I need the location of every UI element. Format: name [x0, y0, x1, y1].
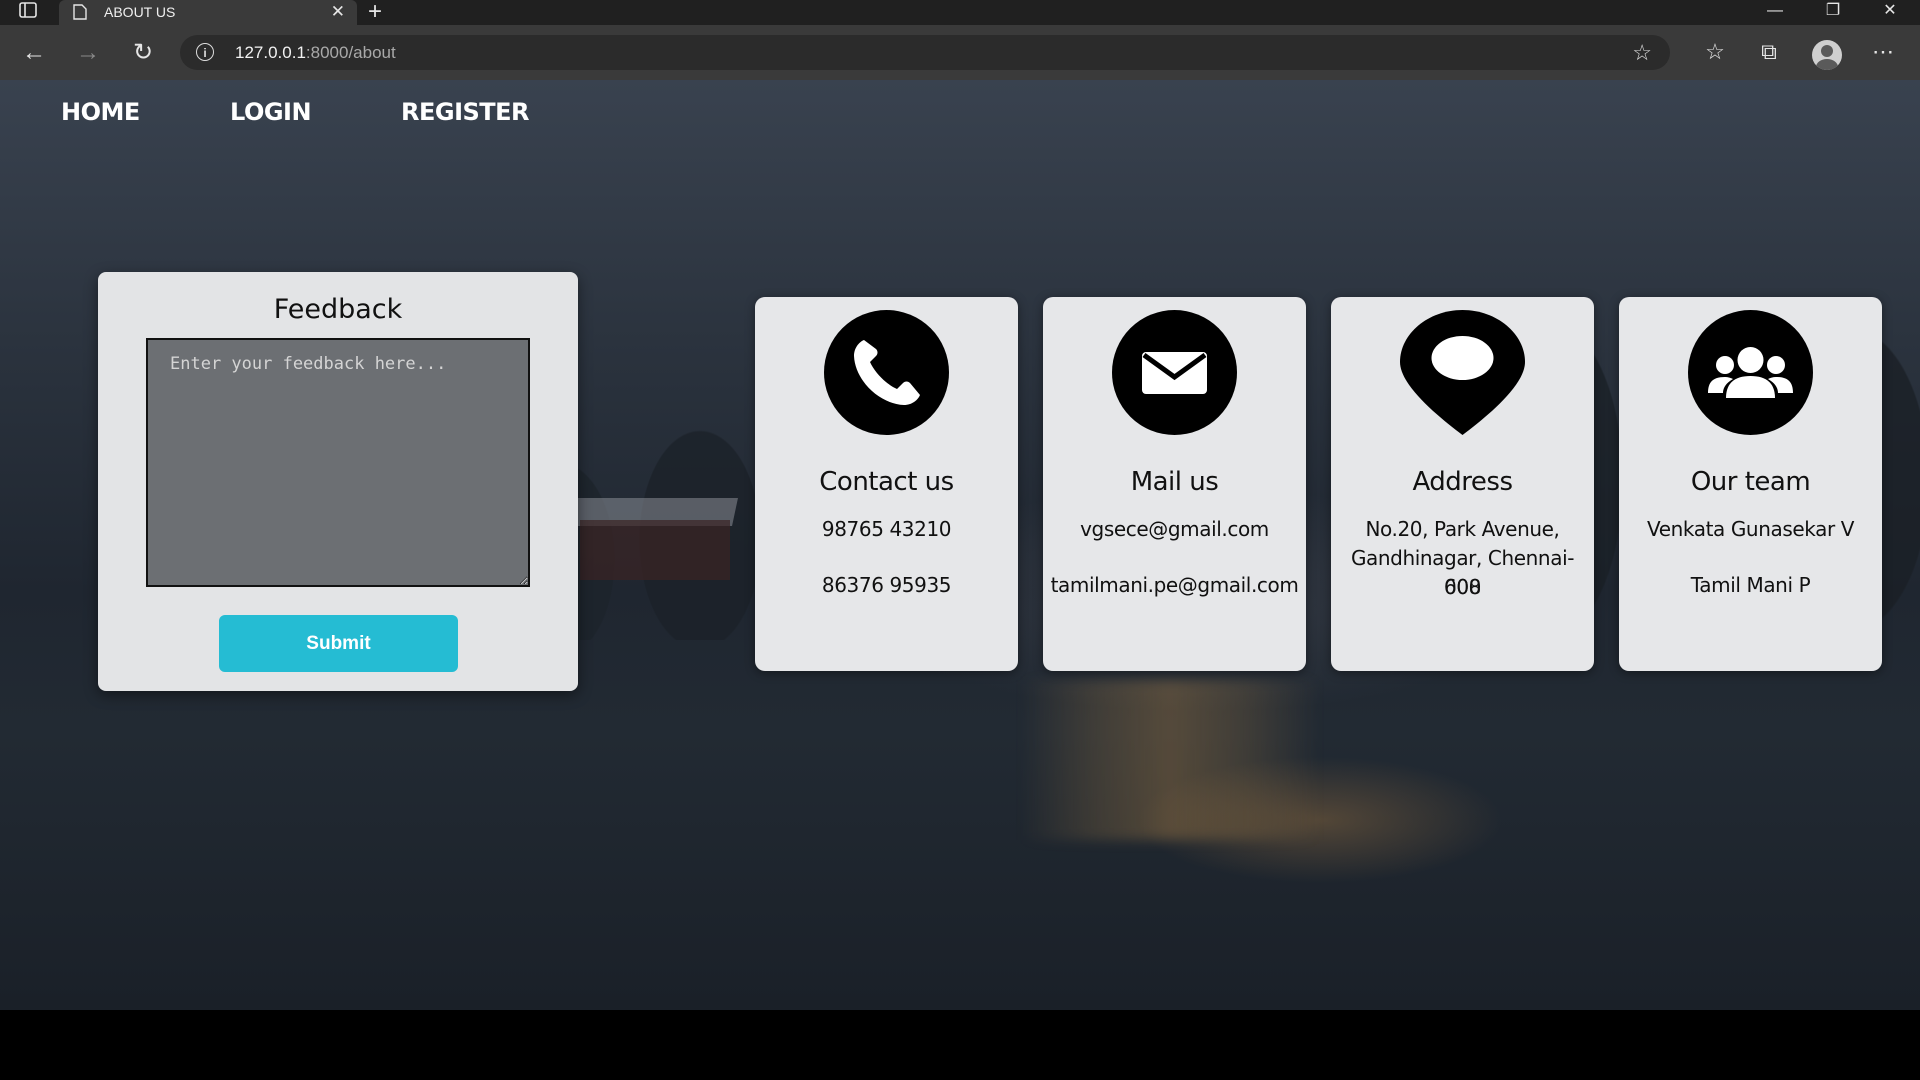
- collections-icon[interactable]: ⧉: [1754, 37, 1784, 67]
- minimize-icon[interactable]: —: [1760, 0, 1790, 22]
- browser-tab-bar: ABOUT US ✕ + — ❐ ✕: [0, 0, 1920, 25]
- team-member-2: Tamil Mani P: [1690, 573, 1811, 597]
- contact-title: Contact us: [819, 467, 954, 497]
- map-pin-icon: [1400, 310, 1525, 435]
- browser-tab-active[interactable]: ABOUT US ✕: [59, 0, 357, 25]
- favorites-icon[interactable]: ☆: [1700, 37, 1730, 67]
- tab-title: ABOUT US: [104, 4, 176, 20]
- nav-home-link[interactable]: HOME: [61, 98, 140, 126]
- feedback-title: Feedback: [273, 294, 403, 325]
- background-reflection: [1020, 680, 1320, 840]
- page-icon: [73, 4, 87, 20]
- contact-phone-1: 98765 43210: [821, 517, 952, 541]
- users-icon: [1688, 310, 1813, 435]
- address-line-1: No.20, Park Avenue,: [1365, 517, 1560, 541]
- contact-card: Contact us 98765 43210 86376 95935: [755, 297, 1018, 671]
- mail-address-2: tamilmani.pe@gmail.com: [1050, 573, 1299, 597]
- feedback-textarea[interactable]: [146, 338, 530, 587]
- submit-button[interactable]: Submit: [219, 615, 458, 672]
- refresh-icon[interactable]: ↻: [129, 39, 157, 67]
- page-viewport: HOME LOGIN REGISTER Feedback Submit Cont…: [0, 80, 1920, 1010]
- team-card: Our team Venkata Gunasekar V Tamil Mani …: [1619, 297, 1882, 671]
- close-tab-icon[interactable]: ✕: [331, 2, 345, 22]
- back-icon[interactable]: ←: [20, 39, 48, 67]
- address-card: Address No.20, Park Avenue, Gandhinagar,…: [1331, 297, 1594, 671]
- address-title: Address: [1412, 467, 1513, 497]
- mail-title: Mail us: [1130, 467, 1219, 497]
- url-text: 127.0.0.1:8000/about: [235, 43, 396, 62]
- nav-register-link[interactable]: REGISTER: [401, 98, 530, 126]
- tab-actions-icon[interactable]: [17, 2, 39, 22]
- close-window-icon[interactable]: ✕: [1875, 0, 1905, 22]
- browser-toolbar: ← → ↻ i 127.0.0.1:8000/about ☆ ☆ ⧉ ⋯: [0, 25, 1920, 80]
- mail-address-1: vgsece@gmail.com: [1080, 517, 1269, 541]
- contact-phone-2: 86376 95935: [821, 573, 952, 597]
- mail-card: Mail us vgsece@gmail.com tamilmani.pe@gm…: [1043, 297, 1306, 671]
- add-favorite-icon[interactable]: ☆: [1632, 40, 1652, 66]
- feedback-card: Feedback Submit: [98, 272, 578, 691]
- team-member-1: Venkata Gunasekar V: [1646, 517, 1855, 541]
- more-menu-icon[interactable]: ⋯: [1868, 37, 1898, 67]
- address-bar[interactable]: i 127.0.0.1:8000/about ☆: [180, 35, 1670, 70]
- restore-icon[interactable]: ❐: [1818, 0, 1848, 22]
- envelope-icon: [1112, 310, 1237, 435]
- nav-login-link[interactable]: LOGIN: [230, 98, 312, 126]
- phone-icon: [824, 310, 949, 435]
- info-icon[interactable]: i: [196, 43, 214, 61]
- background-cabin: [580, 520, 730, 580]
- profile-avatar[interactable]: [1812, 40, 1842, 70]
- team-title: Our team: [1690, 467, 1811, 497]
- new-tab-icon[interactable]: +: [368, 0, 382, 26]
- forward-icon[interactable]: →: [74, 39, 102, 67]
- address-line-3: 008: [1444, 575, 1481, 599]
